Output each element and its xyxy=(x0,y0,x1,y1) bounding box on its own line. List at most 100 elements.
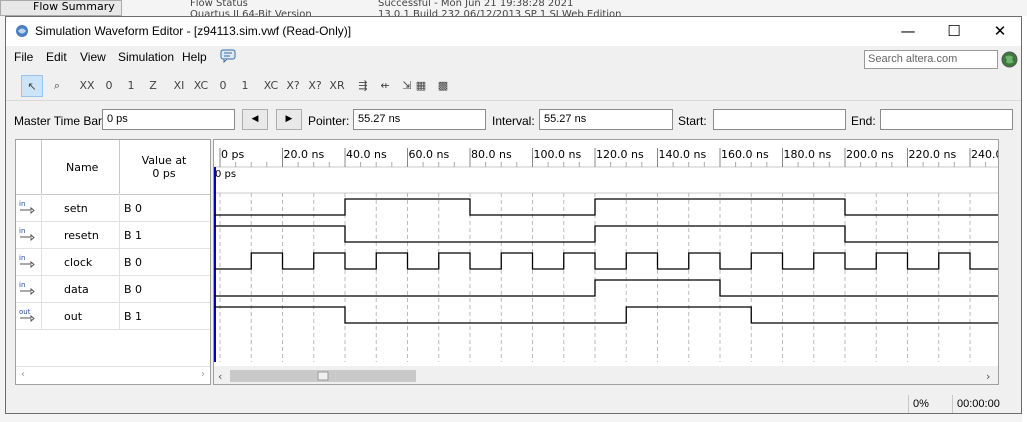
name-column-header[interactable]: Name xyxy=(66,161,98,174)
signal-value: B 1 xyxy=(124,229,143,242)
insert-node-icon[interactable]: ⇶ xyxy=(352,75,374,97)
end-field[interactable] xyxy=(880,109,1013,130)
flow-status-value: Successful - Mon Jun 21 19:38:28 2021 xyxy=(378,0,574,9)
elapsed-time: 00:00:00 xyxy=(957,398,1000,410)
input-pin-icon: in xyxy=(19,227,35,241)
input-pin-icon: in xyxy=(19,254,35,268)
signal-value: B 0 xyxy=(124,283,143,296)
signal-value: B 1 xyxy=(124,310,143,323)
end-label: End: xyxy=(851,114,876,128)
flow-summary-label: Flow Summary xyxy=(33,0,115,13)
signal-list-panel: Name Value at 0 ps in setn B 0 in resetn B 1 in… xyxy=(15,139,211,385)
signal-row[interactable]: in data B 0 xyxy=(16,275,210,303)
flow-summary-item[interactable]: Flow Summary xyxy=(0,0,122,16)
svg-text:in: in xyxy=(19,254,25,262)
time-label: 120.0 ns xyxy=(596,148,644,161)
menu-simulation[interactable]: Simulation xyxy=(118,50,174,64)
globe-icon[interactable] xyxy=(1001,51,1018,68)
random-values-icon[interactable]: X? xyxy=(282,75,304,97)
scroll-right-icon[interactable]: › xyxy=(986,370,990,383)
scroll-left-icon[interactable]: ‹ xyxy=(21,369,25,380)
input-pin-icon: in xyxy=(19,281,35,295)
waveform-clock xyxy=(214,252,998,270)
scroll-left-icon[interactable]: ‹ xyxy=(218,370,222,383)
search-input[interactable]: Search altera.com xyxy=(864,50,998,69)
menu-edit[interactable]: Edit xyxy=(46,50,67,64)
time-label: 60.0 ns xyxy=(409,148,450,161)
signal-name: setn xyxy=(64,202,88,215)
signal-value: B 0 xyxy=(124,256,143,269)
scrollbar-grip xyxy=(317,371,329,381)
pointer-field[interactable]: 55.27 ns xyxy=(353,109,486,130)
weak-high-icon[interactable]: 1 xyxy=(234,75,256,97)
waveform-setn xyxy=(214,198,998,216)
progress-text: 0% xyxy=(913,398,929,410)
signal-list-header: Name Value at 0 ps xyxy=(16,140,210,195)
signal-name: clock xyxy=(64,256,93,269)
master-time-bar-label: Master Time Bar: xyxy=(14,114,106,128)
signal-row[interactable]: out out B 1 xyxy=(16,302,210,330)
time-label: 200.0 ns xyxy=(846,148,894,161)
cursor-label: 0 ps xyxy=(215,169,236,180)
snap-to-grid-icon[interactable]: ▦ xyxy=(410,75,432,97)
start-field[interactable] xyxy=(713,109,846,130)
waveform-out xyxy=(214,306,998,324)
interval-field[interactable]: 55.27 ns xyxy=(539,109,673,130)
waveform-data xyxy=(214,279,998,297)
pointer-label: Pointer: xyxy=(308,114,350,128)
feedback-icon[interactable] xyxy=(220,49,236,63)
svg-text:out: out xyxy=(19,308,31,316)
background-edge xyxy=(1022,16,1027,422)
time-label: 100.0 ns xyxy=(534,148,582,161)
zoom-tool-icon[interactable]: ⌕ xyxy=(46,75,68,97)
waveform-panel[interactable]: 0 ps 20.0 ns 40.0 ns 60.0 ns 80.0 ns 100.0 ns… xyxy=(213,139,999,385)
remove-node-icon[interactable]: ⇷ xyxy=(374,75,396,97)
value-column-header[interactable]: Value at 0 ps xyxy=(126,154,202,180)
input-pin-icon: in xyxy=(19,200,35,214)
signal-row[interactable]: in clock B 0 xyxy=(16,248,210,276)
previous-transition-button[interactable]: ◀ xyxy=(242,109,268,130)
minimize-button[interactable]: — xyxy=(885,17,931,46)
invert-icon[interactable]: XI xyxy=(168,75,190,97)
weak-low-icon[interactable]: 0 xyxy=(212,75,234,97)
time-label: 80.0 ns xyxy=(471,148,512,161)
waveform-canvas[interactable]: 0 ps 20.0 ns 40.0 ns 60.0 ns 80.0 ns 100.0 ns… xyxy=(214,140,998,384)
window-title: Simulation Waveform Editor - [z94113.sim… xyxy=(35,24,352,38)
status-bar: 0% 00:00:00 xyxy=(6,395,1021,413)
overwrite-clock-icon[interactable]: XC xyxy=(260,75,282,97)
next-transition-button[interactable]: ▶ xyxy=(276,109,302,130)
count-value-icon[interactable]: XC xyxy=(190,75,212,97)
menu-view[interactable]: View xyxy=(80,50,106,64)
svg-text:in: in xyxy=(19,281,25,289)
time-label: 20.0 ns xyxy=(284,148,325,161)
time-label: 180.0 ns xyxy=(784,148,832,161)
uninitialized-icon[interactable]: XX xyxy=(76,75,98,97)
signal-name: resetn xyxy=(64,229,99,242)
pointer-tool-icon[interactable]: ↖ xyxy=(21,75,43,97)
high-impedance-icon[interactable]: Z xyxy=(142,75,164,97)
maximize-button[interactable]: ☐ xyxy=(931,17,977,46)
menu-help[interactable]: Help xyxy=(182,50,207,64)
flow-status-label: Flow Status xyxy=(190,0,248,9)
signal-list-scrollbar[interactable]: ‹ › xyxy=(16,366,210,384)
signal-name: data xyxy=(64,283,89,296)
master-time-bar-field[interactable]: 0 ps xyxy=(102,109,235,130)
force-low-icon[interactable]: 0 xyxy=(98,75,120,97)
scroll-right-icon[interactable]: › xyxy=(201,369,205,380)
toolbar: ↖ ⌕ XX 0 1 Z XI XC 0 1 XC X? X? XR ⇶ ⇷ ⇲ ▦ ▩ xyxy=(6,70,1021,101)
arbitrary-value-icon[interactable]: XR xyxy=(326,75,348,97)
value-header-line1: Value at xyxy=(141,154,187,167)
signal-row[interactable]: in setn B 0 xyxy=(16,194,210,222)
title-bar: Simulation Waveform Editor - [z94113.sim… xyxy=(6,17,1021,46)
grid-settings-icon[interactable]: ▩ xyxy=(432,75,454,97)
waveform-editor-window: Simulation Waveform Editor - [z94113.sim… xyxy=(5,16,1022,414)
signal-row[interactable]: in resetn B 1 xyxy=(16,221,210,249)
force-high-icon[interactable]: 1 xyxy=(120,75,142,97)
time-label: 0 ps xyxy=(221,148,244,161)
time-label: 40.0 ns xyxy=(346,148,387,161)
time-label: 140.0 ns xyxy=(659,148,707,161)
menu-file[interactable]: File xyxy=(14,50,33,64)
close-button[interactable]: ✕ xyxy=(977,17,1023,46)
dont-care-icon[interactable]: X? xyxy=(304,75,326,97)
time-label: 160.0 ns xyxy=(721,148,769,161)
